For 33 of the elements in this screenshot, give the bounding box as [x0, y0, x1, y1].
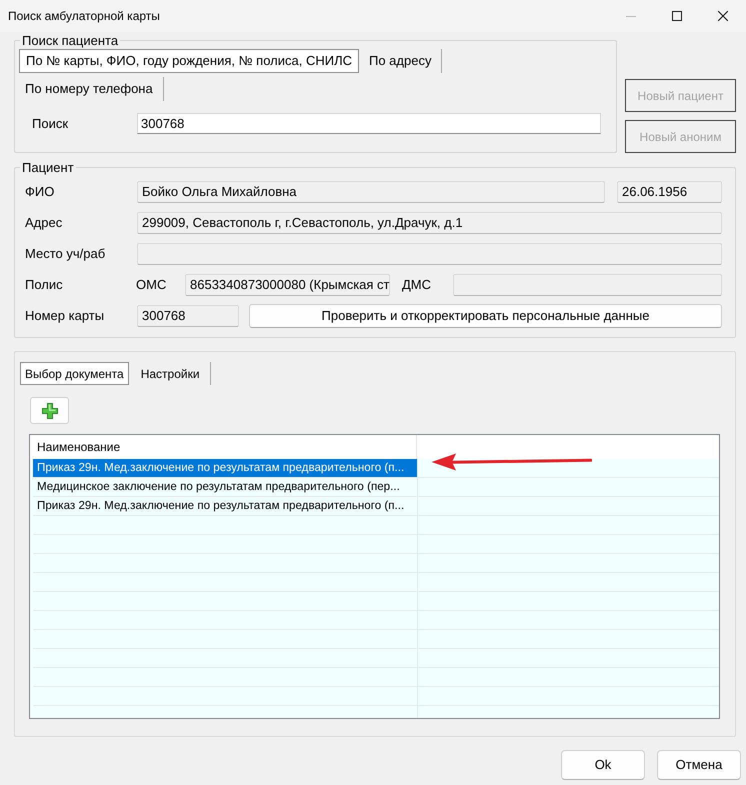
field-label: ОМС	[136, 276, 168, 294]
field-label: ФИО	[25, 183, 56, 202]
group-title: Пациент	[21, 160, 75, 175]
field-label: Полис	[25, 276, 64, 294]
full-name-field[interactable]: Бойко Ольга Михайловна	[137, 181, 605, 203]
table-cell[interactable]: Приказ 29н. Мед.заключение по результатам предварительного (п...	[33, 459, 417, 477]
field-label: Место уч/раб	[25, 245, 106, 264]
search-mode-tab[interactable]: По номеру телефона	[19, 77, 164, 101]
dms-policy-field[interactable]	[453, 274, 722, 296]
group-title: Поиск пациента	[21, 33, 120, 48]
address-field[interactable]: 299009, Севастополь г, г.Севастополь, ул.Драчук, д.1	[137, 212, 722, 234]
plus-icon	[42, 402, 58, 418]
card-number-field[interactable]: 300768	[137, 305, 239, 327]
table-cell[interactable]: Медицинское заключение по результатам предварительного (пер...	[33, 478, 417, 496]
column-header[interactable]: Наименование	[37, 438, 120, 456]
birth-date-field[interactable]: 26.06.1956	[617, 181, 722, 203]
ok-button[interactable]: Ok	[561, 750, 645, 780]
oms-policy-field[interactable]: 8653340873000080 (Крымская ст	[185, 274, 390, 296]
search-label: Поиск	[32, 114, 70, 133]
workplace-field[interactable]	[137, 243, 722, 265]
search-field[interactable]: 300768	[137, 113, 601, 134]
document-tab[interactable]: Выбор документа	[20, 362, 129, 385]
field-label: ДМС	[402, 276, 432, 294]
field-label: Адрес	[25, 214, 64, 232]
add-button[interactable]	[30, 397, 69, 424]
table-cell[interactable]: Приказ 29н. Мед.заключение по результатам предварительного (п...	[33, 497, 417, 515]
cancel-button[interactable]: Отмена	[657, 750, 741, 780]
search-mode-tab[interactable]: По № карты, ФИО, году рождения, № полиса, СНИЛС	[19, 49, 359, 73]
window-title: Поиск амбулаторной карты	[7, 8, 160, 25]
document-tab[interactable]: Настройки	[134, 362, 211, 385]
search-mode-tab[interactable]: По адресу	[362, 49, 442, 73]
field-label: Номер карты	[25, 307, 106, 326]
verify-data-button[interactable]: Проверить и откорректировать персональные данные	[249, 304, 722, 328]
